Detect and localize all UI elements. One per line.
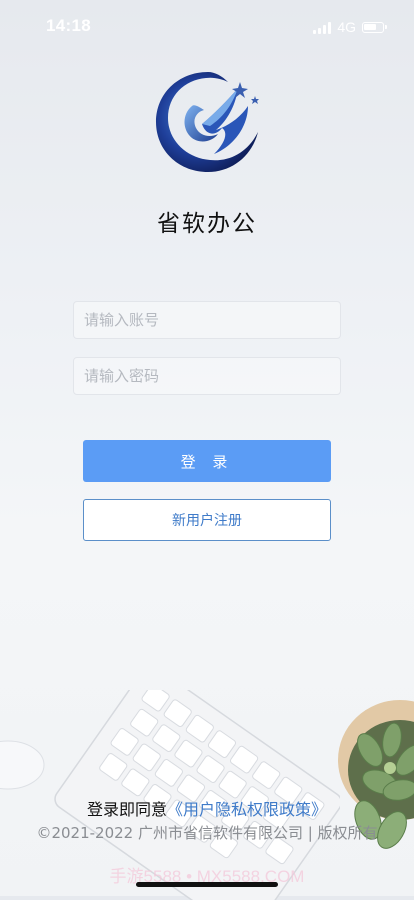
copyright-text: ©2021-2022 广州市省信软件有限公司 | 版权所有 — [36, 824, 378, 842]
status-bar: 14:18 4G — [0, 0, 414, 54]
password-field[interactable] — [73, 357, 341, 395]
account-field[interactable] — [73, 301, 341, 339]
password-input[interactable] — [74, 358, 340, 394]
login-button[interactable]: 登 录 — [83, 440, 331, 482]
app-logo — [156, 72, 259, 172]
plant-decoration — [338, 700, 414, 849]
account-input[interactable] — [74, 302, 340, 338]
status-time: 14:18 — [46, 16, 91, 35]
battery-icon — [362, 21, 387, 33]
app-title: 省软办公 — [157, 211, 257, 237]
home-indicator[interactable] — [136, 882, 278, 887]
agreement-text: 登录即同意《用户隐私权限政策》 — [0, 796, 414, 820]
network-label: 4G — [337, 19, 356, 35]
register-button[interactable]: 新用户注册 — [83, 499, 331, 541]
privacy-policy-link[interactable]: 《用户隐私权限政策》 — [167, 800, 327, 819]
signal-icon — [313, 21, 332, 34]
agreement-prefix: 登录即同意 — [86, 800, 167, 819]
status-indicators: 4G — [313, 19, 387, 35]
